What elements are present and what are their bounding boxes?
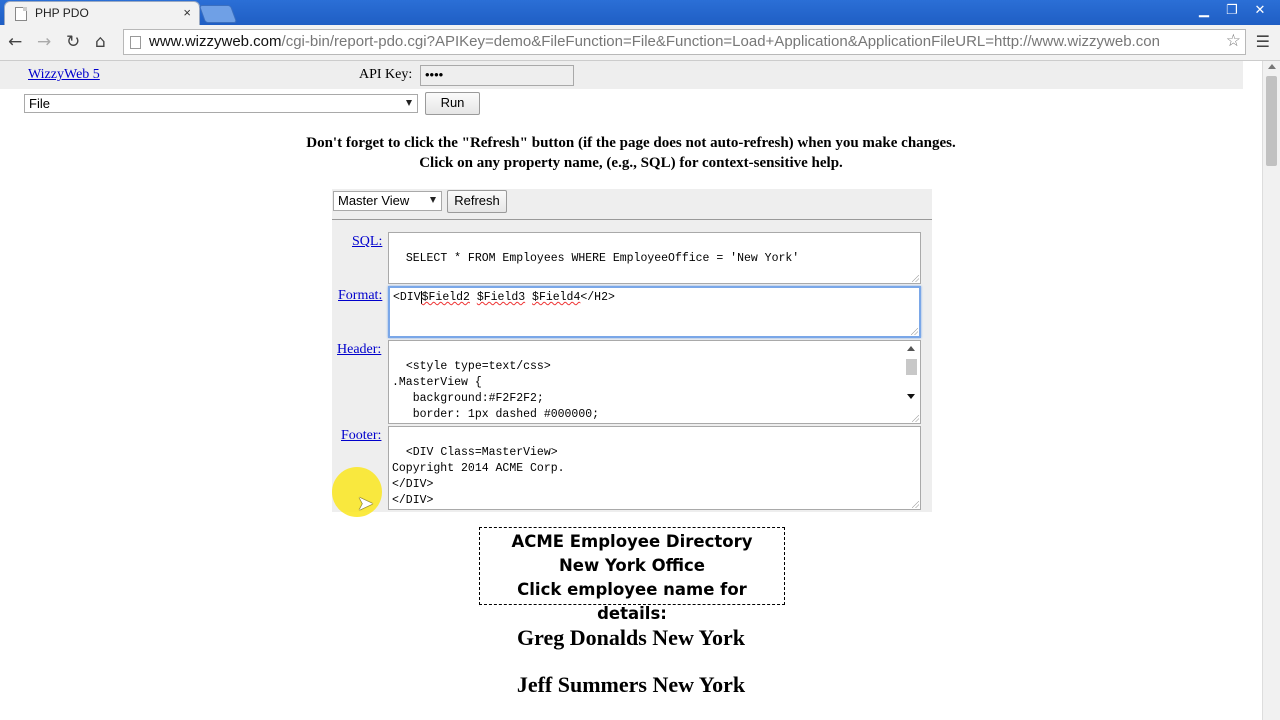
- page-icon: [15, 7, 27, 21]
- header-textarea[interactable]: <style type=text/css> .MasterView { back…: [388, 340, 921, 424]
- instruction-text: Click employee name for details:: [517, 580, 747, 623]
- footer-text: <DIV Class=MasterView> Copyright 2014 AC…: [392, 446, 565, 507]
- bookmark-star-icon[interactable]: ☆: [1226, 31, 1241, 51]
- url-path: /cgi-bin/report-pdo.cgi?APIKey=demo&File…: [281, 33, 1160, 50]
- header-text: <style type=text/css> .MasterView { back…: [392, 360, 600, 421]
- view-select-value: Master View: [338, 193, 410, 208]
- scroll-down-icon[interactable]: [907, 394, 915, 399]
- page-icon: [130, 36, 141, 49]
- back-icon[interactable]: ←: [8, 32, 22, 52]
- resize-grip[interactable]: [911, 328, 918, 335]
- master-view-box: ACME Employee Directory New York Office …: [479, 527, 785, 623]
- format-suffix: </H2>: [580, 291, 615, 304]
- header-label-link[interactable]: Header:: [337, 342, 381, 358]
- menu-icon[interactable]: ☰: [1256, 32, 1270, 51]
- new-tab-button[interactable]: [198, 5, 238, 23]
- resize-grip[interactable]: [912, 415, 919, 422]
- reload-icon[interactable]: ↻: [66, 32, 80, 52]
- textarea-scrollbar[interactable]: [903, 342, 919, 422]
- resize-grip[interactable]: [912, 501, 919, 508]
- url-text[interactable]: www.wizzyweb.com/cgi-bin/report-pdo.cgi?…: [149, 33, 1222, 50]
- notice-line-1: Don't forget to click the "Refresh" butt…: [306, 135, 956, 151]
- run-button[interactable]: Run: [425, 92, 480, 115]
- format-field2: $Field2: [421, 291, 470, 304]
- scroll-up-icon[interactable]: [907, 346, 915, 351]
- format-textarea[interactable]: <DIV$Field2 $Field3 $Field4</H2>: [388, 286, 921, 338]
- browser-toolbar: ← → ↻ ⌂ www.wizzyweb.com/cgi-bin/report-…: [0, 25, 1280, 61]
- dropdown-arrow-icon: [430, 197, 436, 203]
- resize-grip[interactable]: [912, 275, 919, 282]
- title-bar: PHP PDO × ▁ ❐ ✕: [0, 0, 1280, 25]
- mouse-pointer-icon: ➤: [357, 491, 374, 515]
- window-controls: ▁ ❐ ✕: [1190, 2, 1274, 18]
- format-field4: $Field4: [532, 291, 581, 304]
- sql-label-link[interactable]: SQL:: [352, 234, 382, 250]
- page-scrollbar[interactable]: [1262, 61, 1280, 720]
- close-window-icon[interactable]: ✕: [1246, 2, 1274, 18]
- wizzyweb-link[interactable]: WizzyWeb 5: [28, 67, 100, 83]
- api-key-input[interactable]: ••••: [420, 65, 574, 86]
- sql-text: SELECT * FROM Employees WHERE EmployeeOf…: [405, 252, 800, 265]
- file-select[interactable]: File: [24, 94, 418, 113]
- refresh-button[interactable]: Refresh: [447, 190, 507, 213]
- tab-title: PHP PDO: [35, 6, 89, 20]
- scroll-thumb[interactable]: [1266, 76, 1277, 166]
- dropdown-arrow-icon: [406, 100, 412, 106]
- top-bar: [0, 61, 1243, 89]
- restore-icon[interactable]: ❐: [1218, 2, 1246, 18]
- browser-tab[interactable]: PHP PDO ×: [4, 1, 200, 25]
- office-title: New York Office: [558, 556, 705, 575]
- home-icon[interactable]: ⌂: [95, 32, 106, 52]
- address-bar[interactable]: www.wizzyweb.com/cgi-bin/report-pdo.cgi?…: [123, 29, 1246, 55]
- scroll-up-icon[interactable]: [1268, 64, 1276, 69]
- tab-close-icon[interactable]: ×: [183, 5, 191, 20]
- employee-link[interactable]: Greg Donalds New York: [0, 625, 1262, 651]
- api-key-label: API Key:: [359, 67, 413, 82]
- format-prefix: <DIV: [393, 291, 421, 304]
- format-label-link[interactable]: Format:: [338, 288, 382, 304]
- footer-label-link[interactable]: Footer:: [341, 428, 381, 444]
- footer-textarea[interactable]: <DIV Class=MasterView> Copyright 2014 AC…: [388, 426, 921, 510]
- format-field3: $Field3: [476, 291, 526, 304]
- forward-icon[interactable]: →: [37, 32, 51, 52]
- file-select-value: File: [29, 96, 50, 111]
- notice-line-2: Click on any property name, (e.g., SQL) …: [419, 155, 843, 171]
- employee-link[interactable]: Jeff Summers New York: [0, 672, 1262, 698]
- scroll-thumb[interactable]: [906, 359, 917, 375]
- minimize-icon[interactable]: ▁: [1190, 2, 1218, 18]
- sql-textarea[interactable]: SELECT * FROM Employees WHERE EmployeeOf…: [388, 232, 921, 284]
- panel-divider: [332, 219, 932, 220]
- url-host: www.wizzyweb.com: [149, 33, 282, 50]
- view-select[interactable]: Master View: [333, 191, 442, 211]
- directory-title: ACME Employee Directory: [511, 532, 753, 551]
